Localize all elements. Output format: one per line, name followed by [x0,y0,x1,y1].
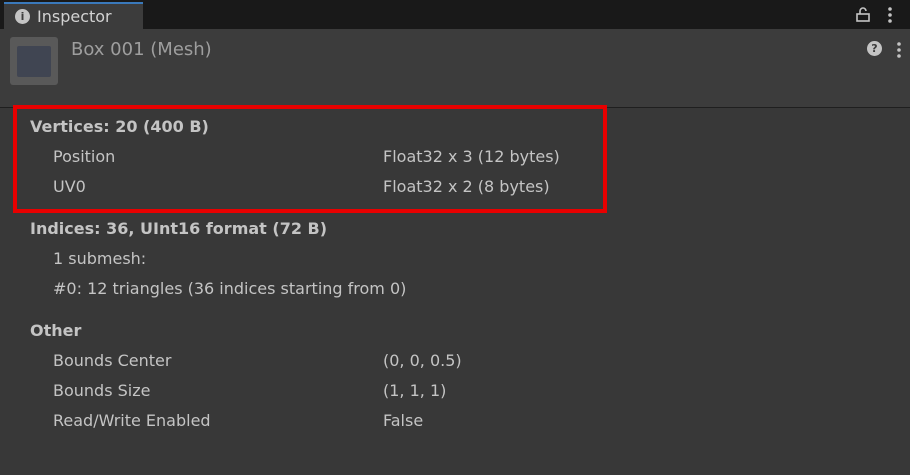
mesh-preview-thumbnail [10,37,58,85]
mesh-preview-icon [17,46,51,77]
tab-bar: i Inspector [0,0,910,29]
kebab-menu-icon[interactable] [884,6,896,24]
indices-heading: Indices: 36, UInt16 format (72 B) [30,219,328,238]
bounds-size-label: Bounds Size [53,381,151,400]
read-write-label: Read/Write Enabled [53,411,211,430]
other-heading: Other [30,321,82,340]
inspector-header: Box 001 (Mesh) ? [0,29,910,108]
bounds-center-value: (0, 0, 0.5) [383,351,462,370]
bounds-size-value: (1, 1, 1) [383,381,447,400]
tab-inspector-label: Inspector [37,7,112,26]
submesh-detail-text: #0: 12 triangles (36 indices starting fr… [53,279,407,298]
help-icon[interactable]: ? [867,41,882,56]
header-kebab-menu-icon[interactable] [894,41,904,59]
read-write-value: False [383,411,424,430]
bounds-center-label: Bounds Center [53,351,172,370]
info-icon: i [15,9,30,24]
lock-icon[interactable] [855,6,871,22]
highlight-annotation-box [13,105,607,213]
page-title: Box 001 (Mesh) [71,39,212,60]
tab-inspector[interactable]: i Inspector [4,2,143,29]
submesh-count-text: 1 submesh: [53,249,147,268]
inspector-window: i Inspector Box 001 (Mesh) ? Vertices: 2… [0,0,910,475]
